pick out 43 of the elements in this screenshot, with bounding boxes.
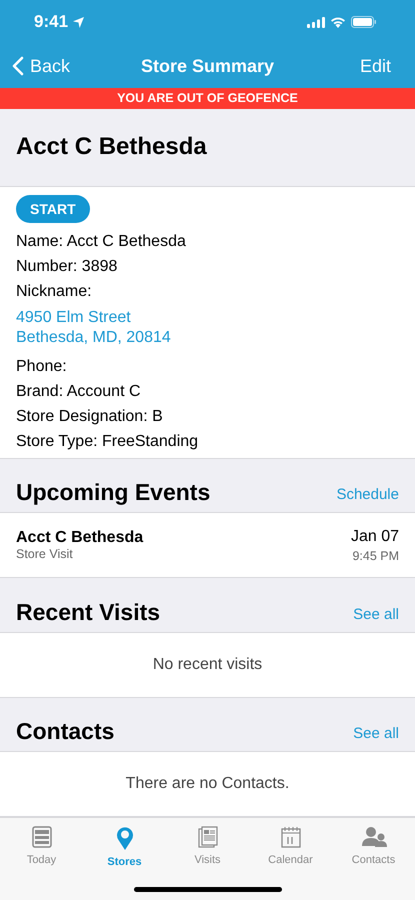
back-button[interactable]: Back (12, 56, 70, 76)
geofence-banner: YOU ARE OUT OF GEOFENCE (0, 88, 415, 109)
list-icon (32, 826, 52, 848)
map-pin-icon (116, 826, 134, 850)
section-link[interactable]: Schedule (336, 486, 399, 504)
section-link[interactable]: See all (353, 725, 399, 742)
event-name: Acct C Bethesda (16, 529, 144, 548)
event-row[interactable]: Acct C Bethesda Store Visit Jan 07 9:45 PM (0, 513, 415, 578)
section-title: Upcoming Events (16, 479, 210, 506)
nav-title: Store Summary (140, 56, 274, 76)
tab-item[interactable]: Today (6, 826, 76, 868)
section-title: Recent Visits (16, 598, 160, 626)
empty-message: There are no Contacts. (126, 775, 290, 794)
start-button[interactable]: START (16, 194, 90, 223)
back-chevron-icon (12, 56, 24, 76)
detail-text: Name: Acct C Bethesda (16, 232, 186, 252)
section-link[interactable]: See all (353, 606, 399, 623)
detail-text: Phone: (16, 356, 67, 377)
tab-item[interactable]: Visits (172, 826, 242, 868)
status-time: 9:41 (34, 12, 68, 32)
tab-item[interactable]: Calendar (256, 826, 326, 868)
event-date: Jan 07 (350, 528, 399, 546)
detail-text: Brand: Account C (16, 382, 141, 402)
detail-text: Store Designation: B (16, 406, 163, 427)
edit-button[interactable]: Edit (360, 56, 405, 76)
wifi-icon (330, 16, 346, 28)
calendar-icon (280, 826, 300, 848)
people-icon (360, 826, 388, 848)
battery-icon (351, 16, 377, 28)
tab-item[interactable]: Contacts (338, 826, 408, 868)
empty-message: No recent visits (152, 656, 262, 674)
detail-text: Store Type: FreeStanding (16, 432, 198, 452)
section-title: Contacts (16, 718, 114, 746)
address-link[interactable]: 4950 Elm Street Bethesda, MD, 20814 (16, 308, 171, 348)
store-title: Acct C Bethesda (16, 133, 207, 162)
detail-text: Nickname: (16, 282, 92, 302)
event-time: 9:45 PM (352, 548, 399, 563)
document-icon (198, 826, 218, 848)
tab-item[interactable]: Stores (90, 826, 160, 868)
detail-text: Number: 3898 (16, 256, 118, 277)
event-type: Store Visit (16, 547, 74, 562)
signal-icon (307, 16, 325, 28)
location-arrow-icon (73, 16, 84, 28)
